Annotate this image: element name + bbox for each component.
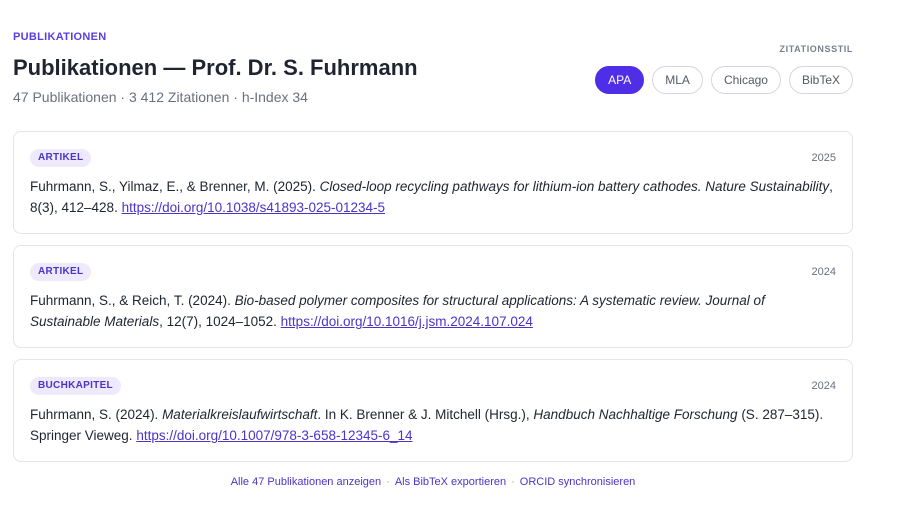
citation-authors: Fuhrmann, S. (2024).: [30, 407, 163, 422]
export-bibtex-link[interactable]: Als BibTeX exportieren: [395, 476, 506, 488]
citation-title: Materialkreislaufwirtschaft: [162, 407, 318, 422]
publication-type-badge: ARTIKEL: [30, 149, 92, 167]
page-header: PUBLIKATIONEN Publikationen — Prof. Dr. …: [13, 31, 853, 111]
page-title: Publikationen — Prof. Dr. S. Fuhrmann: [13, 55, 418, 80]
section-eyebrow: PUBLIKATIONEN: [13, 31, 107, 43]
citation-style-selector: ZITATIONSSTIL APA MLA Chicago BibTeX: [593, 44, 853, 96]
footer-separator: ·: [386, 476, 390, 488]
citation-details: , 12(7), 1024–1052.: [159, 314, 281, 329]
style-pill-apa[interactable]: APA: [595, 66, 645, 94]
citation-title: Closed-loop recycling pathways for lithi…: [319, 179, 830, 194]
style-pill-chicago[interactable]: Chicago: [710, 66, 781, 94]
style-pill-bibtex[interactable]: BibTeX: [788, 66, 853, 94]
citation-style-label: ZITATIONSSTIL: [779, 44, 853, 54]
footer-separator: ·: [511, 476, 515, 488]
orcid-sync-link[interactable]: ORCID synchronisieren: [520, 476, 636, 488]
citation-authors: Fuhrmann, S., & Reich, T. (2024).: [30, 293, 235, 308]
citation-style-options: APA MLA Chicago BibTeX: [595, 66, 853, 94]
show-all-publications-link[interactable]: Alle 47 Publikationen anzeigen: [231, 476, 381, 488]
citation-authors: Fuhrmann, S., Yilmaz, E., & Brenner, M. …: [30, 179, 320, 194]
doi-link[interactable]: https://doi.org/10.1038/s41893-025-01234…: [122, 200, 385, 215]
publication-card: ARTIKEL 2024 Fuhrmann, S., & Reich, T. (…: [13, 245, 853, 348]
doi-link[interactable]: https://doi.org/10.1016/j.jsm.2024.107.0…: [281, 314, 533, 329]
citation-book: Handbuch Nachhaltige Forschung: [533, 407, 738, 422]
publication-year: 2024: [811, 380, 836, 392]
publication-card: ARTIKEL 2025 Fuhrmann, S., Yilmaz, E., &…: [13, 131, 853, 234]
publication-card: BUCHKAPITEL 2024 Fuhrmann, S. (2024). Ma…: [13, 359, 853, 462]
citation-text: Fuhrmann, S., & Reich, T. (2024). Bio-ba…: [30, 290, 836, 332]
publication-list: ARTIKEL 2025 Fuhrmann, S., Yilmaz, E., &…: [13, 131, 853, 473]
citation-text: Fuhrmann, S., Yilmaz, E., & Brenner, M. …: [30, 176, 836, 218]
publication-type-badge: BUCHKAPITEL: [30, 377, 121, 395]
doi-link[interactable]: https://doi.org/10.1007/978-3-658-12345-…: [136, 428, 412, 443]
publication-year: 2024: [811, 266, 836, 278]
style-pill-mla[interactable]: MLA: [652, 66, 703, 94]
publication-year: 2025: [811, 152, 836, 164]
footer-links: Alle 47 Publikationen anzeigen · Als BibTe…: [13, 476, 853, 488]
citation-text: Fuhrmann, S. (2024). Materialkreislaufwi…: [30, 404, 836, 446]
citation-mid: . In K. Brenner & J. Mitchell (Hrsg.),: [317, 407, 534, 422]
publication-stats: 47 Publikationen · 3 412 Zitationen · h-…: [13, 89, 308, 105]
publication-type-badge: ARTIKEL: [30, 263, 92, 281]
